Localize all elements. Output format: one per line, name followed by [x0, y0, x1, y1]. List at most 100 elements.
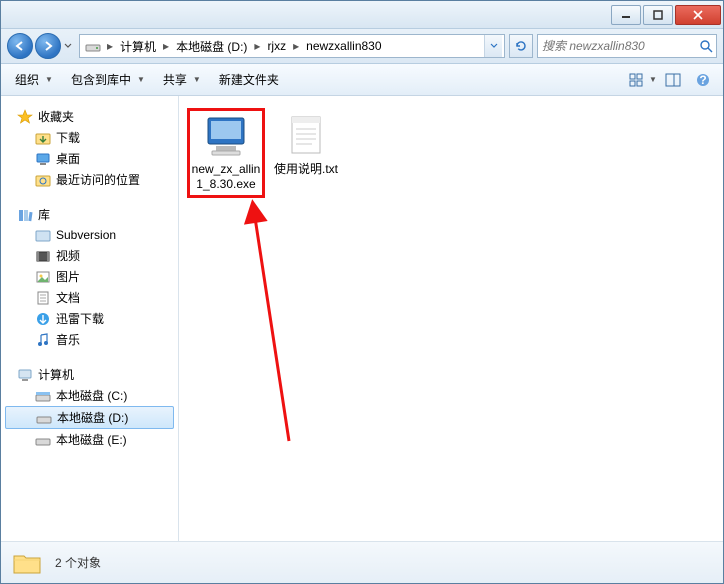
download-folder-icon [35, 130, 51, 146]
refresh-icon [514, 39, 528, 53]
pictures-icon [35, 269, 51, 285]
minimize-icon [621, 10, 631, 20]
close-icon [693, 10, 703, 20]
folder-icon [35, 227, 51, 243]
titlebar [1, 1, 723, 29]
search-input[interactable] [542, 39, 699, 53]
address-bar[interactable]: ▸ 计算机 ▸ 本地磁盘 (D:) ▸ rjxz ▸ newzxallin830 [79, 34, 505, 58]
sidebar-item-label: 视频 [56, 247, 80, 264]
breadcrumb-separator[interactable]: ▸ [160, 39, 172, 53]
share-menu[interactable]: 共享 ▼ [155, 67, 209, 92]
computer-header[interactable]: 计算机 [1, 364, 178, 385]
share-label: 共享 [163, 71, 187, 88]
sidebar-item-label: 本地磁盘 (D:) [57, 409, 128, 426]
documents-icon [35, 290, 51, 306]
exe-icon [200, 114, 252, 158]
sidebar-item-label: 最近访问的位置 [56, 171, 140, 188]
txt-icon [280, 114, 332, 158]
sidebar-item-label: 图片 [56, 268, 80, 285]
sidebar-item-drive-d[interactable]: 本地磁盘 (D:) [5, 406, 174, 429]
recent-places-icon [35, 172, 51, 188]
drive-icon [36, 410, 52, 426]
status-bar: 2 个对象 [1, 541, 723, 583]
sidebar-item-xunlei[interactable]: 迅雷下载 [1, 308, 178, 329]
back-button[interactable] [7, 33, 33, 59]
status-count: 2 个对象 [55, 554, 101, 571]
navigation-bar: ▸ 计算机 ▸ 本地磁盘 (D:) ▸ rjxz ▸ newzxallin830 [1, 29, 723, 64]
sidebar-item-label: 本地磁盘 (C:) [56, 387, 127, 404]
sidebar-item-subversion[interactable]: Subversion [1, 225, 178, 245]
arrow-left-icon [14, 40, 26, 52]
sidebar-item-pictures[interactable]: 图片 [1, 266, 178, 287]
breadcrumb-separator[interactable]: ▸ [251, 39, 263, 53]
breadcrumb-separator[interactable]: ▸ [104, 39, 116, 53]
minimize-button[interactable] [611, 5, 641, 25]
favorites-header[interactable]: 收藏夹 [1, 106, 178, 127]
maximize-button[interactable] [643, 5, 673, 25]
computer-icon [17, 367, 33, 383]
help-button[interactable]: ? [689, 68, 717, 92]
preview-pane-button[interactable] [659, 68, 687, 92]
videos-icon [35, 248, 51, 264]
sidebar-item-recent[interactable]: 最近访问的位置 [1, 169, 178, 190]
xunlei-icon [35, 311, 51, 327]
view-options-button[interactable]: ▼ [629, 68, 657, 92]
sidebar-item-label: 本地磁盘 (E:) [56, 431, 127, 448]
sidebar-item-label: 文档 [56, 289, 80, 306]
sidebar-item-label: 迅雷下载 [56, 310, 104, 327]
sidebar-item-label: 下载 [56, 129, 80, 146]
computer-label: 计算机 [38, 366, 74, 383]
sidebar-item-drive-e[interactable]: 本地磁盘 (E:) [1, 429, 178, 450]
sidebar-item-desktop[interactable]: 桌面 [1, 148, 178, 169]
chevron-down-icon [490, 42, 498, 50]
sidebar-item-documents[interactable]: 文档 [1, 287, 178, 308]
music-icon [35, 332, 51, 348]
nav-history-dropdown[interactable] [61, 42, 75, 50]
star-icon [17, 109, 33, 125]
chevron-down-icon: ▼ [45, 75, 53, 84]
drive-icon [35, 432, 51, 448]
sidebar-item-drive-c[interactable]: 本地磁盘 (C:) [1, 385, 178, 406]
sidebar-item-music[interactable]: 音乐 [1, 329, 178, 350]
arrow-right-icon [42, 40, 54, 52]
breadcrumb-folder1[interactable]: rjxz [263, 35, 290, 57]
toolbar: 组织 ▼ 包含到库中 ▼ 共享 ▼ 新建文件夹 ▼ ? [1, 64, 723, 96]
file-label: new_zx_allin1_8.30.exe [191, 162, 261, 192]
file-label: 使用说明.txt [271, 162, 341, 177]
sidebar-item-label: 桌面 [56, 150, 80, 167]
organize-menu[interactable]: 组织 ▼ [7, 67, 61, 92]
chevron-down-icon [64, 42, 72, 50]
navigation-pane[interactable]: 收藏夹 下载 桌面 最近访问的位置 库 [1, 96, 179, 541]
file-item-exe[interactable]: new_zx_allin1_8.30.exe [189, 110, 263, 196]
chevron-down-icon: ▼ [649, 75, 657, 84]
sidebar-item-videos[interactable]: 视频 [1, 245, 178, 266]
drive-icon [84, 37, 102, 55]
new-folder-button[interactable]: 新建文件夹 [211, 67, 287, 92]
close-button[interactable] [675, 5, 721, 25]
refresh-button[interactable] [509, 34, 533, 58]
newfolder-label: 新建文件夹 [219, 71, 279, 88]
breadcrumb-folder2[interactable]: newzxallin830 [302, 35, 385, 57]
view-icon [629, 73, 647, 87]
address-dropdown[interactable] [484, 35, 502, 57]
preview-pane-icon [665, 73, 681, 87]
file-item-txt[interactable]: 使用说明.txt [269, 110, 343, 181]
forward-button[interactable] [35, 33, 61, 59]
search-icon [699, 38, 713, 54]
drive-icon [35, 388, 51, 404]
libraries-header[interactable]: 库 [1, 204, 178, 225]
breadcrumb-separator[interactable]: ▸ [290, 39, 302, 53]
svg-text:?: ? [699, 73, 706, 87]
sidebar-item-label: 音乐 [56, 331, 80, 348]
libraries-icon [17, 207, 33, 223]
breadcrumb-drive[interactable]: 本地磁盘 (D:) [172, 35, 251, 57]
sidebar-item-downloads[interactable]: 下载 [1, 127, 178, 148]
file-list[interactable]: new_zx_allin1_8.30.exe 使用说明.txt [179, 96, 723, 541]
breadcrumb-computer[interactable]: 计算机 [116, 35, 160, 57]
chevron-down-icon: ▼ [193, 75, 201, 84]
search-box[interactable] [537, 34, 717, 58]
include-label: 包含到库中 [71, 71, 131, 88]
include-library-menu[interactable]: 包含到库中 ▼ [63, 67, 153, 92]
favorites-label: 收藏夹 [38, 108, 74, 125]
libraries-label: 库 [38, 206, 50, 223]
